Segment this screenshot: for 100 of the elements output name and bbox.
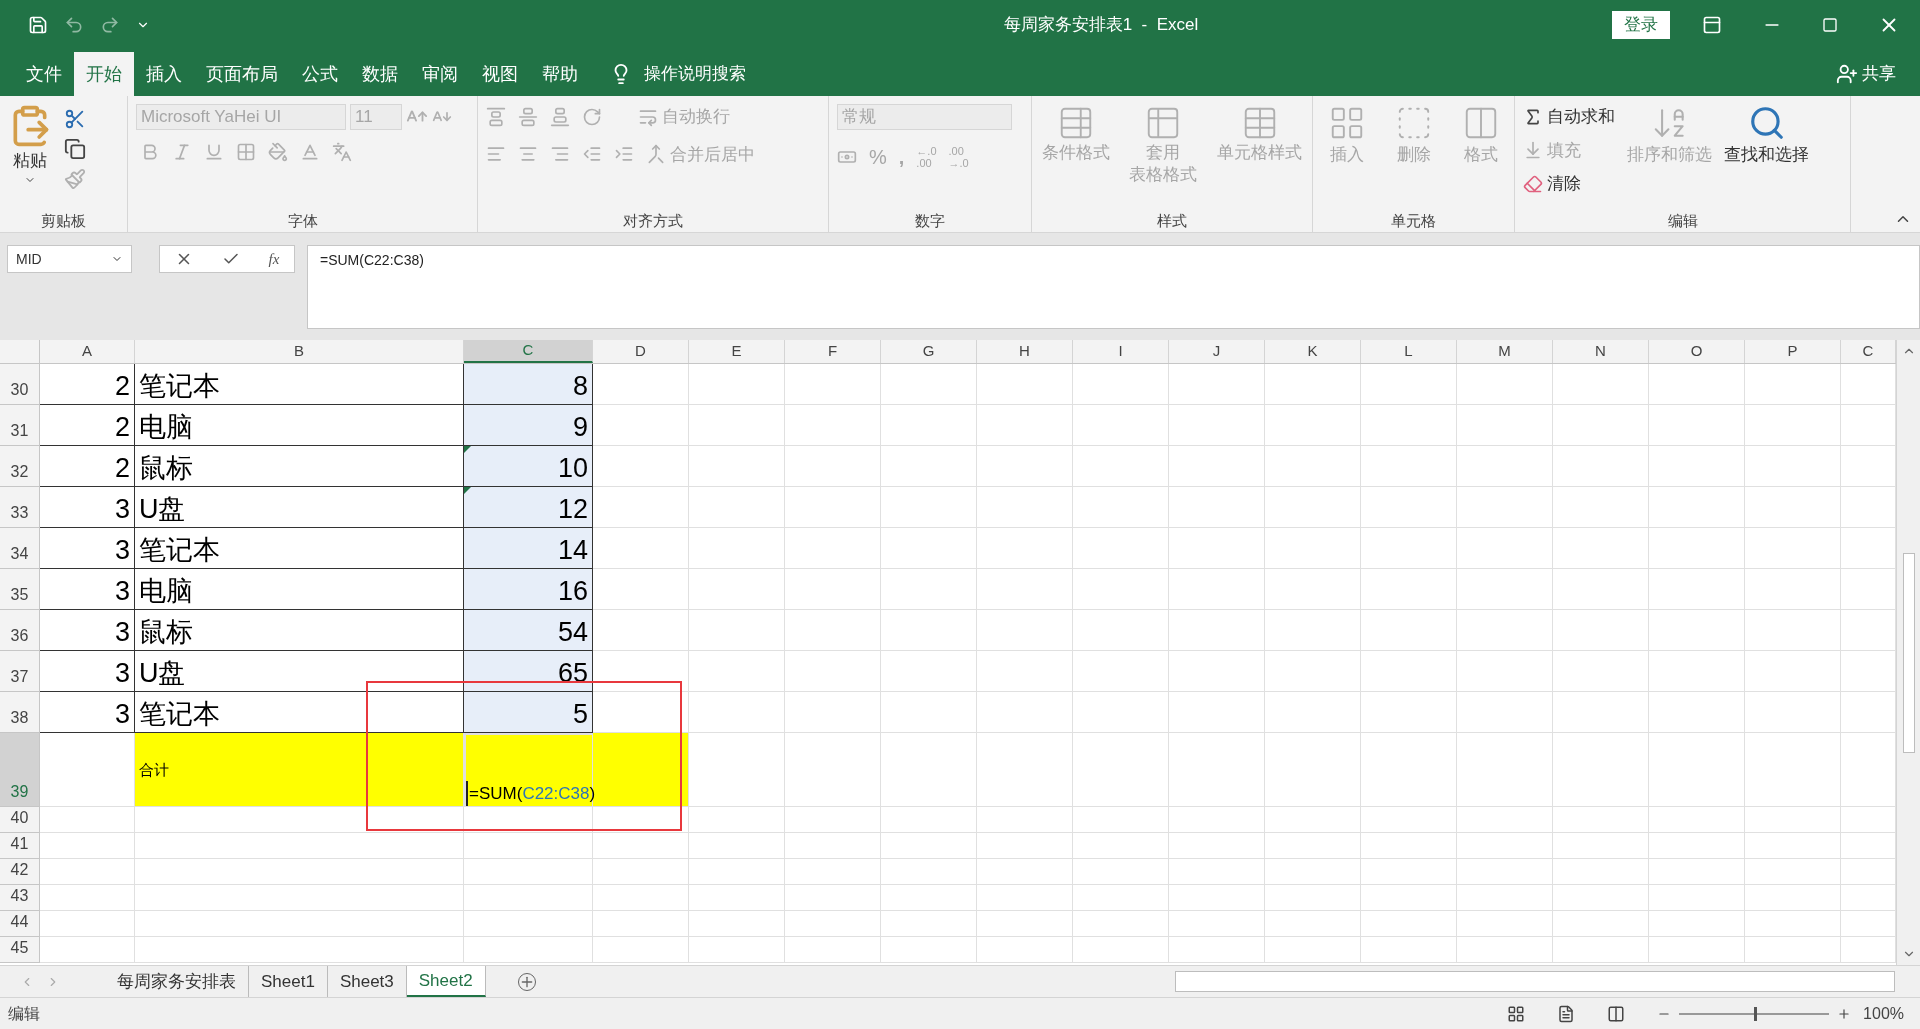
table-cell: 3: [40, 487, 135, 528]
row-header[interactable]: 34: [0, 528, 40, 569]
menu-tab[interactable]: 开始: [74, 52, 134, 96]
table-cell: 3: [40, 692, 135, 733]
row-header[interactable]: 33: [0, 487, 40, 528]
table-cell: 54: [464, 610, 593, 651]
row-header[interactable]: 36: [0, 610, 40, 651]
bottom-align-icon[interactable]: [550, 106, 570, 127]
sign-in-button[interactable]: 登录: [1612, 10, 1670, 39]
vertical-scrollbar[interactable]: [1896, 340, 1920, 965]
column-header[interactable]: I: [1073, 340, 1169, 363]
zoom-slider[interactable]: [1679, 1005, 1830, 1022]
table-cell: 电脑: [135, 569, 464, 610]
table-cell: 3: [40, 569, 135, 610]
active-cell[interactable]: =SUM(C22:C38): [464, 733, 593, 807]
middle-align-icon[interactable]: [518, 106, 538, 127]
table-cell: 3: [40, 528, 135, 569]
menu-tab[interactable]: 页面布局: [194, 52, 290, 96]
share-button[interactable]: 共享: [1862, 61, 1896, 87]
formula-field[interactable]: =SUM(C22:C38): [307, 245, 1920, 329]
autosum-button[interactable]: 自动求和: [1547, 104, 1615, 130]
column-header[interactable]: H: [977, 340, 1073, 363]
menu-tab[interactable]: 公式: [290, 52, 350, 96]
name-box[interactable]: MID: [7, 245, 132, 273]
menu-tab[interactable]: 插入: [134, 52, 194, 96]
cut-icon[interactable]: [64, 108, 86, 130]
share-icon[interactable]: [1836, 63, 1858, 85]
table-cell: 鼠标: [135, 446, 464, 487]
menu-tab[interactable]: 视图: [470, 52, 530, 96]
page-layout-icon[interactable]: [1557, 1004, 1576, 1023]
row-header[interactable]: 40: [0, 807, 40, 833]
zoom-level: 100%: [1863, 1003, 1904, 1024]
table-cell: 电脑: [135, 405, 464, 446]
row-header[interactable]: 31: [0, 405, 40, 446]
orientation-icon[interactable]: [582, 106, 602, 127]
fill-icon[interactable]: [1523, 140, 1543, 161]
menu-tab[interactable]: 数据: [350, 52, 410, 96]
font-color-icon[interactable]: [300, 142, 320, 162]
table-cell: 5: [464, 692, 593, 733]
group-label: 单元格: [1391, 210, 1436, 231]
row-header[interactable]: 43: [0, 885, 40, 911]
table-cell: 8: [464, 364, 593, 405]
clear-icon[interactable]: [1523, 173, 1543, 194]
paste-button[interactable]: 粘贴: [13, 148, 47, 174]
format-painter-icon[interactable]: [64, 168, 86, 190]
row-header[interactable]: 39: [0, 733, 40, 807]
group-label: 样式: [1157, 210, 1187, 231]
table-cell: 2: [40, 364, 135, 405]
table-cell: 16: [464, 569, 593, 610]
row-header[interactable]: 30: [0, 364, 40, 405]
menu-tab[interactable]: 审阅: [410, 52, 470, 96]
table-cell: 2: [40, 405, 135, 446]
page-break-icon[interactable]: [1607, 1004, 1626, 1023]
column-header[interactable]: N: [1553, 340, 1649, 363]
column-header[interactable]: P: [1745, 340, 1841, 363]
row-header[interactable]: 42: [0, 859, 40, 885]
scroll-thumb[interactable]: [1902, 552, 1915, 753]
column-header[interactable]: E: [689, 340, 785, 363]
column-header[interactable]: M: [1457, 340, 1553, 363]
table-cell: U盘: [135, 651, 464, 692]
column-header[interactable]: F: [785, 340, 881, 363]
column-header[interactable]: D: [593, 340, 689, 363]
underline-icon[interactable]: [204, 142, 224, 162]
group-label: 数字: [915, 210, 945, 231]
row-header[interactable]: 32: [0, 446, 40, 487]
top-align-icon[interactable]: [486, 106, 506, 127]
insert-function-button[interactable]: fx: [268, 247, 280, 271]
phonetic-icon[interactable]: [332, 142, 352, 162]
clear-button[interactable]: 清除: [1547, 171, 1581, 197]
ribbon-display-icon[interactable]: [1702, 14, 1722, 35]
column-header[interactable]: L: [1361, 340, 1457, 363]
fill-color-icon[interactable]: [268, 142, 288, 162]
column-header[interactable]: G: [881, 340, 977, 363]
column-header[interactable]: A: [40, 340, 135, 363]
column-header[interactable]: O: [1649, 340, 1745, 363]
merge-icon[interactable]: [646, 144, 666, 165]
normal-view-icon[interactable]: [1507, 1004, 1526, 1023]
restore-icon[interactable]: [1822, 16, 1838, 33]
borders-icon[interactable]: [236, 142, 256, 162]
menu-tab[interactable]: 帮助: [530, 52, 590, 96]
italic-icon[interactable]: [172, 142, 192, 162]
table-cell: 10: [464, 446, 593, 487]
find-select-button[interactable]: 查找和选择: [1724, 142, 1809, 168]
row-header[interactable]: 45: [0, 937, 40, 963]
row-header[interactable]: 44: [0, 911, 40, 937]
column-header[interactable]: C: [464, 340, 593, 363]
row-header[interactable]: 37: [0, 651, 40, 692]
horizontal-scrollbar[interactable]: [1175, 971, 1895, 992]
tell-me-search[interactable]: 操作说明搜索: [644, 61, 746, 87]
menu-tab[interactable]: 文件: [14, 52, 74, 96]
column-header[interactable]: J: [1169, 340, 1265, 363]
column-header[interactable]: K: [1265, 340, 1361, 363]
zoom-in-icon[interactable]: [1837, 1006, 1852, 1021]
table-cell: U盘: [135, 487, 464, 528]
row-header[interactable]: 38: [0, 692, 40, 733]
row-header[interactable]: 35: [0, 569, 40, 610]
copy-icon[interactable]: [64, 138, 86, 160]
save-icon[interactable]: [28, 14, 48, 35]
row-header[interactable]: 41: [0, 833, 40, 859]
sheet-tab[interactable]: Sheet2: [406, 966, 486, 997]
